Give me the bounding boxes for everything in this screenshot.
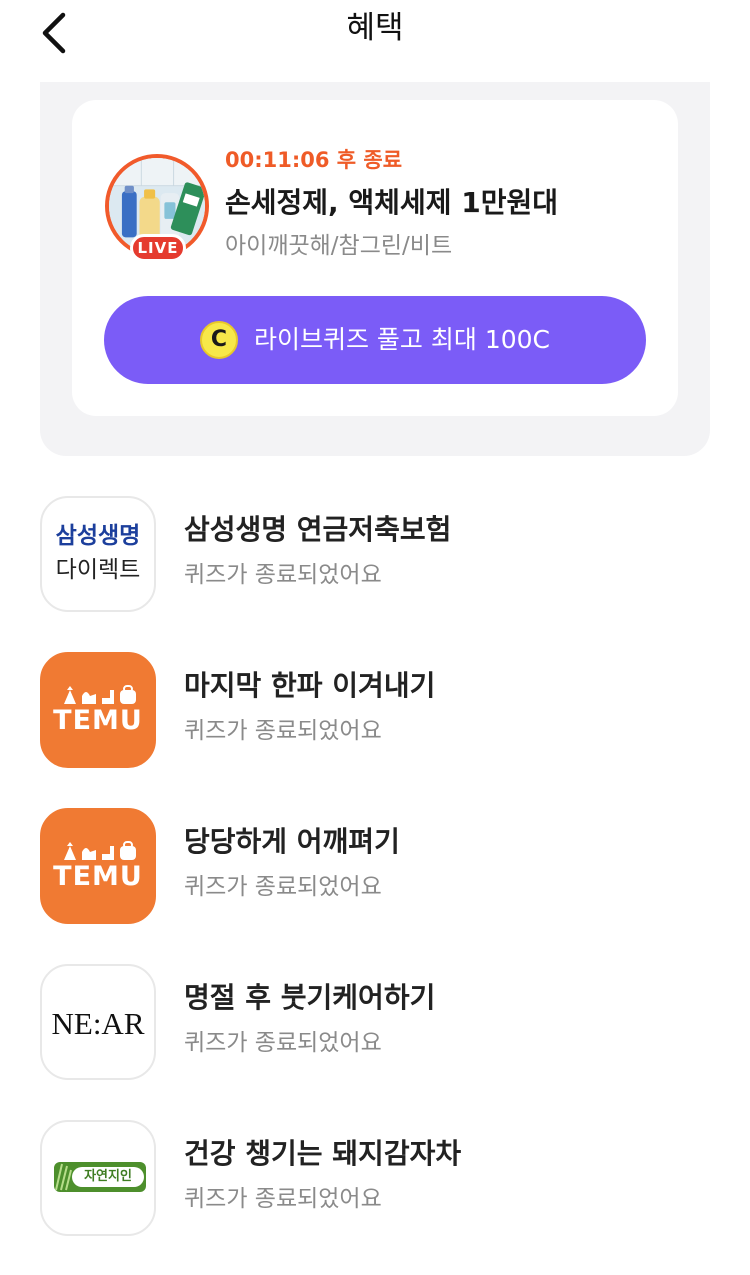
logo-text: 자연지인 xyxy=(72,1167,144,1187)
logo-text-line1: 삼성생명 xyxy=(55,523,141,549)
quiz-status: 퀴즈가 종료되었어요 xyxy=(184,562,382,588)
list-item[interactable]: 자연지인 건강 챙기는 돼지감자차 퀴즈가 종료되었어요 xyxy=(40,1120,710,1236)
samsung-life-direct-logo: 삼성생명 다이렉트 xyxy=(40,496,156,612)
list-item[interactable]: TEMU 마지막 한파 이겨내기 퀴즈가 종료되었어요 xyxy=(40,652,710,768)
quiz-title: 마지막 한파 이겨내기 xyxy=(184,669,436,702)
nature-jiin-badge: 자연지인 xyxy=(54,1162,146,1192)
list-item[interactable]: NE:AR 명절 후 붓기케어하기 퀴즈가 종료되었어요 xyxy=(40,964,710,1080)
header: 혜택 xyxy=(0,0,750,80)
temu-logo: TEMU xyxy=(40,808,156,924)
page-title: 혜택 xyxy=(346,10,404,46)
live-countdown-timer: 00:11:06 후 종료 xyxy=(225,148,403,172)
live-quiz-card[interactable]: LIVE 00:11:06 후 종료 손세정제, 액체세제 1만원대 아이깨끗해… xyxy=(72,100,678,416)
live-quiz-section: LIVE 00:11:06 후 종료 손세정제, 액체세제 1만원대 아이깨끗해… xyxy=(40,82,710,456)
quiz-title: 당당하게 어깨펴기 xyxy=(184,825,400,858)
temu-logo: TEMU xyxy=(40,652,156,768)
near-logo: NE:AR xyxy=(40,964,156,1080)
list-item[interactable]: TEMU 당당하게 어깨펴기 퀴즈가 종료되었어요 xyxy=(40,808,710,924)
leaf-icon xyxy=(55,1163,72,1191)
quiz-title: 건강 챙기는 돼지감자차 xyxy=(184,1137,462,1170)
live-quiz-button-label: 라이브퀴즈 풀고 최대 100C xyxy=(253,325,550,354)
temu-icons xyxy=(64,685,136,704)
logo-text: TEMU xyxy=(53,861,143,892)
live-badge: LIVE xyxy=(130,234,186,262)
quiz-status: 퀴즈가 종료되었어요 xyxy=(184,874,382,900)
logo-text-line2: 다이렉트 xyxy=(55,557,141,583)
quiz-status: 퀴즈가 종료되었어요 xyxy=(184,1186,382,1212)
coin-icon: C xyxy=(199,321,238,359)
quiz-status: 퀴즈가 종료되었어요 xyxy=(184,718,382,744)
temu-icons xyxy=(64,841,136,860)
quiz-status: 퀴즈가 종료되었어요 xyxy=(184,1030,382,1056)
nature-jiin-logo: 자연지인 xyxy=(40,1120,156,1236)
quiz-title: 명절 후 붓기케어하기 xyxy=(184,981,436,1014)
live-product-brands: 아이깨끗해/참그린/비트 xyxy=(225,233,453,259)
quiz-title: 삼성생명 연금저축보험 xyxy=(184,513,452,546)
logo-text: TEMU xyxy=(53,705,143,736)
list-item[interactable]: 삼성생명 다이렉트 삼성생명 연금저축보험 퀴즈가 종료되었어요 xyxy=(40,496,710,612)
live-product-title: 손세정제, 액체세제 1만원대 xyxy=(225,186,558,219)
live-quiz-button[interactable]: C 라이브퀴즈 풀고 최대 100C xyxy=(104,296,646,384)
logo-text: NE:AR xyxy=(51,1006,145,1041)
